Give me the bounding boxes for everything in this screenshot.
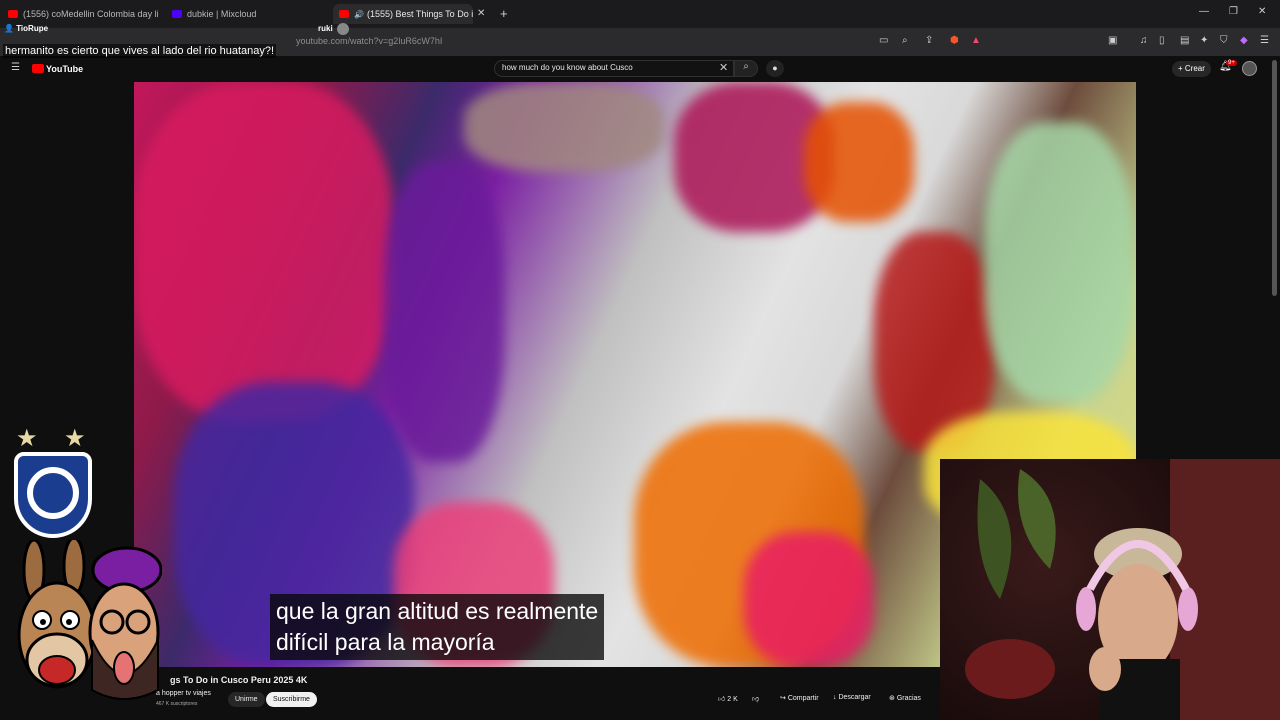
bag-blob (804, 102, 914, 222)
voice-search-button[interactable]: ● (766, 60, 784, 77)
donkey-mascot-icon (17, 540, 162, 700)
chat-username-2: ruki (318, 24, 333, 33)
microphone-icon: ● (772, 63, 778, 73)
caption-line-2: difícil para la mayoría (276, 629, 495, 655)
search-icon: ⌕ (743, 61, 749, 72)
basket-blob (464, 82, 664, 172)
close-window-icon[interactable]: ✕ (1258, 6, 1266, 17)
vpn-icon[interactable]: ⛉ (1220, 35, 1228, 46)
cast-icon[interactable]: ▭ (879, 35, 888, 46)
tab-medellin[interactable]: (1556) coMedellin Colombia day life (8, 4, 158, 24)
webcam-scene (965, 459, 1280, 720)
subscribe-button[interactable]: Suscribirme (266, 692, 317, 707)
pompom-blob (744, 532, 874, 667)
webcam-feed (940, 459, 1280, 720)
wallet-icon[interactable]: ▤ (1180, 35, 1189, 46)
tab-mixcloud[interactable]: dubkie | Mixcloud (172, 4, 322, 24)
restore-icon[interactable]: ❐ (1229, 6, 1238, 17)
brave-rewards-icon[interactable]: ▲ (971, 35, 981, 46)
mixcloud-favicon-icon (172, 10, 182, 18)
youtube-logo-text[interactable]: YouTube (46, 64, 83, 74)
thanks-button[interactable]: ⊛ Gracias (889, 694, 921, 702)
join-button[interactable]: Unirme (228, 692, 265, 707)
panel-icon[interactable]: ▯ (1159, 35, 1165, 46)
channel-name[interactable]: a hopper tv viajes (156, 690, 211, 697)
leo-icon[interactable]: ◆ (1240, 35, 1248, 46)
tab-best-things-cusco[interactable]: 🔊 (1555) Best Things To Do in C (333, 4, 473, 24)
tab-label: (1556) coMedellin Colombia day life (23, 9, 158, 19)
search-button[interactable]: ⌕ (734, 60, 758, 77)
page-scrollbar[interactable] (1272, 60, 1277, 296)
chat-username: 👤 TioRupe (4, 24, 49, 33)
minimize-icon[interactable]: — (1199, 6, 1209, 17)
crest-letter-icon (27, 467, 79, 519)
caption-line-1: que la gran altitud es realmente (276, 598, 599, 624)
speaker-icon: 🔊 (354, 9, 364, 19)
screen: (1556) coMedellin Colombia day life dubk… (0, 0, 1280, 720)
boxes-blob (984, 122, 1134, 402)
textile-blob (384, 162, 504, 462)
url-field[interactable]: youtube.com/watch?v=g2luR6cW7hI (296, 36, 442, 46)
close-tab-icon[interactable]: ✕ (477, 8, 485, 19)
thanks-label: Gracias (896, 695, 921, 702)
menu-icon[interactable]: ☰ (1260, 35, 1269, 46)
account-avatar[interactable] (1242, 61, 1257, 76)
dislike-icon[interactable]: 👎︎ (752, 694, 759, 703)
music-icon[interactable]: ♫ (1140, 35, 1148, 46)
create-button[interactable]: + Crear (1172, 61, 1211, 77)
download-label: Descargar (838, 694, 871, 701)
youtube-logo-icon[interactable] (32, 64, 44, 73)
notification-badge: 9+ (1226, 60, 1237, 66)
extensions-icon[interactable]: ✦ (1200, 35, 1208, 46)
create-label: Crear (1184, 64, 1205, 73)
brave-shield-icon[interactable]: ⬢ (950, 35, 959, 46)
download-button[interactable]: ↓ Descargar (833, 694, 871, 701)
share-button[interactable]: ↪ Compartir (780, 694, 819, 702)
share-icon[interactable]: ⇪ (925, 35, 933, 46)
new-tab-icon[interactable]: + (500, 6, 508, 21)
video-caption: que la gran altitud es realmente difícil… (270, 594, 605, 660)
search-query: how much do you know about Cusco (502, 63, 633, 72)
star-icon: ★ (16, 425, 38, 452)
chat-user-label: TioRupe (16, 24, 49, 33)
video-title: gs To Do in Cusco Peru 2025 4K (170, 675, 308, 685)
clear-search-icon[interactable]: ✕ (719, 61, 728, 74)
youtube-favicon-icon (339, 10, 349, 18)
youtube-favicon-icon (8, 10, 18, 18)
tab-label: (1555) Best Things To Do in C (366, 9, 473, 19)
like-count: 2 K (727, 696, 738, 703)
subscriber-count: 467 K suscriptores (156, 701, 198, 707)
like-button[interactable]: 👍︎ 2 K (718, 694, 738, 703)
star-icon: ★ (64, 425, 86, 452)
zoom-icon[interactable]: ⌕ (902, 35, 908, 46)
sidebar-icon[interactable]: ▣ (1108, 35, 1117, 46)
share-label: Compartir (787, 695, 819, 702)
textile-blob (134, 82, 394, 422)
chat-message: hermanito es cierto que vives al lado de… (3, 44, 277, 58)
tab-label: dubkie | Mixcloud (187, 9, 257, 19)
chat-avatar (337, 23, 349, 35)
hamburger-menu-icon[interactable]: ☰ (11, 62, 20, 73)
